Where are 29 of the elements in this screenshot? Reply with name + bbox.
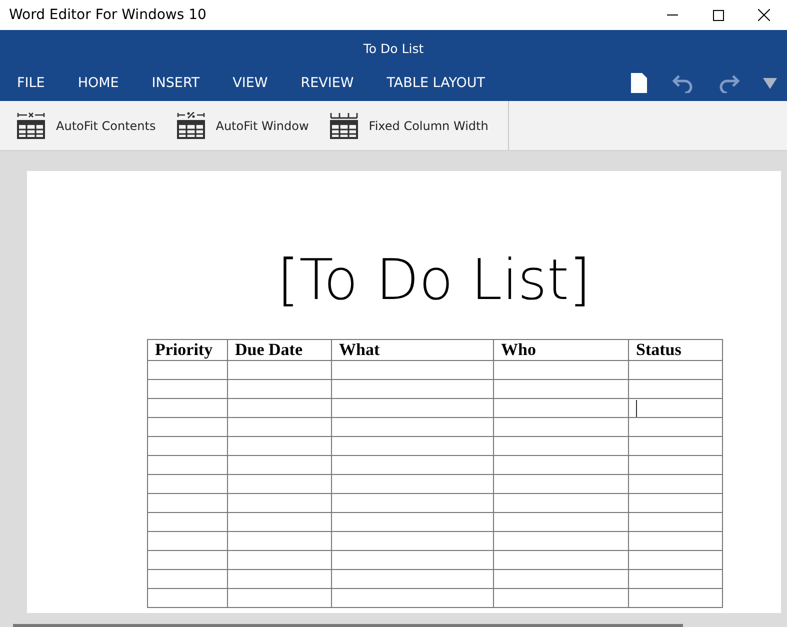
menu-tab[interactable]: REVIEW <box>300 68 354 98</box>
ribbon-button[interactable]: AutoFit Window <box>176 112 309 139</box>
redo-icon[interactable] <box>717 73 741 93</box>
table-icon <box>176 112 206 139</box>
menu-tab[interactable]: INSERT <box>152 68 200 98</box>
close-icon[interactable] <box>758 9 770 21</box>
window-title: Word Editor For Windows 10 <box>8 7 208 23</box>
document-title: To Do List <box>363 41 424 56</box>
menu-tab[interactable]: VIEW <box>232 68 268 98</box>
dropdown-icon[interactable] <box>763 77 777 89</box>
table-icon <box>328 112 359 139</box>
minimize-icon[interactable] <box>666 14 678 16</box>
ribbon-button[interactable]: AutoFit Contents <box>16 112 156 139</box>
menu-tab[interactable]: FILE <box>17 68 45 98</box>
column-header: What <box>339 340 380 359</box>
maximize-icon[interactable] <box>712 10 724 20</box>
new-document-icon[interactable] <box>629 72 649 94</box>
horizontal-scrollbar[interactable] <box>13 624 683 627</box>
table-icon <box>16 112 46 139</box>
menu-tab[interactable]: HOME <box>78 68 119 98</box>
column-header: Priority <box>155 340 213 359</box>
document-heading: [To Do List] <box>276 247 592 315</box>
undo-icon[interactable] <box>671 73 695 93</box>
ribbon-button[interactable]: Fixed Column Width <box>328 112 488 139</box>
text-cursor <box>636 400 637 417</box>
column-header: Due Date <box>235 340 303 359</box>
column-header: Who <box>501 340 536 359</box>
menu-tab[interactable]: TABLE LAYOUT <box>386 68 486 98</box>
column-header: Status <box>636 340 682 359</box>
